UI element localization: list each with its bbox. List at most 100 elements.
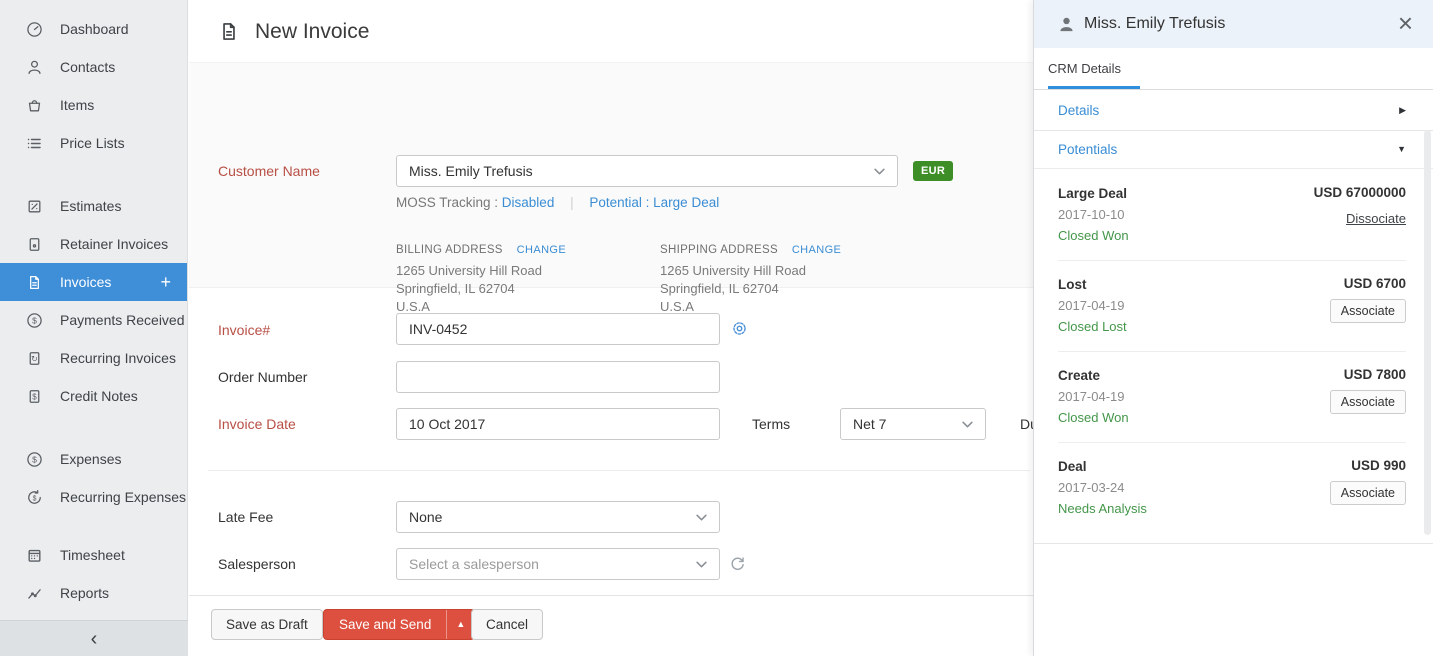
sidebar-item-recurring-invoices[interactable]: ↻Recurring Invoices: [0, 339, 187, 377]
save-as-draft-button[interactable]: Save as Draft: [211, 609, 323, 640]
sidebar-item-reports[interactable]: Reports: [0, 574, 187, 612]
crm-panel-header: Miss. Emily Trefusis ×: [1034, 0, 1433, 48]
details-section-toggle[interactable]: Details ▶: [1034, 90, 1433, 131]
chevron-down-icon: [696, 514, 707, 521]
sidebar-item-contacts[interactable]: Contacts: [0, 48, 187, 86]
moss-tracking-label: MOSS Tracking :: [396, 195, 498, 210]
billing-address-line: 1265 University Hill Road: [396, 262, 641, 280]
chevron-down-icon: [696, 561, 707, 568]
associate-button[interactable]: Associate: [1330, 481, 1406, 505]
separator: |: [570, 195, 574, 210]
sidebar-item-label: Recurring Expenses: [60, 489, 186, 505]
tab-crm-details[interactable]: CRM Details: [1048, 61, 1121, 76]
sidebar-item-retainer-invoices[interactable]: Retainer Invoices: [0, 225, 187, 263]
moss-tracking-value-link[interactable]: Disabled: [502, 195, 555, 210]
billing-address-block: BILLING ADDRESS CHANGE 1265 University H…: [396, 240, 641, 316]
potentials-section-toggle[interactable]: Potentials ▼: [1034, 131, 1433, 169]
potential-amount: USD 6700: [1344, 276, 1406, 291]
sidebar-item-timesheet[interactable]: Timesheet: [0, 536, 187, 574]
potential-link[interactable]: Potential : Large Deal: [589, 195, 719, 210]
sidebar-item-label: Estimates: [60, 198, 121, 214]
sidebar-item-credit-notes[interactable]: $Credit Notes: [0, 377, 187, 415]
invoice-date-input[interactable]: [396, 408, 720, 440]
crm-tabbar: CRM Details: [1034, 48, 1433, 90]
cancel-button[interactable]: Cancel: [471, 609, 543, 640]
svg-text:$: $: [32, 392, 37, 401]
chevron-down-icon: [962, 421, 973, 428]
associate-button[interactable]: Associate: [1330, 390, 1406, 414]
plus-icon[interactable]: +: [160, 273, 171, 291]
order-number-label: Order Number: [218, 369, 307, 385]
terms-select[interactable]: Net 7: [840, 408, 986, 440]
tab-active-underline: [1048, 86, 1140, 89]
billing-address-change-link[interactable]: CHANGE: [517, 244, 566, 256]
invoice-number-input[interactable]: [396, 313, 720, 345]
customer-name-value: Miss. Emily Trefusis: [409, 163, 533, 179]
sidebar-item-label: Recurring Invoices: [60, 350, 176, 366]
credit-notes-icon: $: [26, 388, 43, 405]
refresh-icon[interactable]: [729, 555, 746, 572]
potential-item: Deal2017-03-24Needs AnalysisUSD 990Assoc…: [1058, 443, 1406, 533]
payments-received-icon: $: [26, 312, 43, 329]
invoice-number-label: Invoice#: [218, 322, 270, 338]
gear-icon[interactable]: [731, 320, 748, 337]
panel-scrollbar[interactable]: [1424, 130, 1431, 535]
sidebar-item-dashboard[interactable]: Dashboard: [0, 10, 187, 48]
sidebar-item-label: Contacts: [60, 59, 115, 75]
dashboard-icon: [26, 21, 43, 38]
sidebar-item-label: Expenses: [60, 451, 121, 467]
sidebar-item-payments-received[interactable]: $Payments Received: [0, 301, 187, 339]
potential-amount: USD 990: [1351, 458, 1406, 473]
close-icon[interactable]: ×: [1394, 8, 1417, 38]
sidebar-group: Timesheet Reports: [0, 536, 187, 612]
salesperson-placeholder: Select a salesperson: [409, 556, 539, 572]
reports-icon: [26, 585, 43, 602]
details-section-label: Details: [1058, 103, 1099, 118]
save-and-send-label: Save and Send: [324, 617, 446, 632]
recurring-expenses-icon: $: [26, 489, 43, 506]
sidebar-group: $Expenses $ Recurring Expenses: [0, 440, 187, 516]
sidebar-collapse-button[interactable]: ‹: [0, 620, 188, 656]
panel-divider: [1034, 543, 1433, 544]
shipping-address-change-link[interactable]: CHANGE: [792, 244, 841, 256]
contacts-icon: [26, 59, 43, 76]
potential-item: Large Deal2017-10-10Closed WonUSD 670000…: [1058, 170, 1406, 261]
sidebar-item-recurring-expenses[interactable]: $ Recurring Expenses: [0, 478, 187, 516]
sidebar-item-label: Price Lists: [60, 135, 125, 151]
dissociate-link[interactable]: Dissociate: [1346, 211, 1406, 226]
estimates-icon: [26, 198, 43, 215]
sidebar-item-items[interactable]: Items: [0, 86, 187, 124]
section-divider: [208, 470, 1030, 471]
items-icon: [26, 97, 43, 114]
late-fee-select[interactable]: None: [396, 501, 720, 533]
invoices-icon: [26, 274, 43, 291]
shipping-address-line: 1265 University Hill Road: [660, 262, 905, 280]
shipping-address-line: Springfield, IL 62704: [660, 280, 905, 298]
invoice-date-label: Invoice Date: [218, 416, 296, 432]
currency-badge: EUR: [913, 161, 953, 181]
sidebar-item-invoices[interactable]: Invoices+: [0, 263, 187, 301]
save-and-send-button[interactable]: Save and Send ▲: [323, 609, 475, 640]
associate-button[interactable]: Associate: [1330, 299, 1406, 323]
page-title: New Invoice: [255, 20, 369, 44]
sidebar-item-expenses[interactable]: $Expenses: [0, 440, 187, 478]
svg-text:$: $: [33, 495, 37, 502]
sidebar-item-price-lists[interactable]: Price Lists: [0, 124, 187, 162]
potentials-list: Large Deal2017-10-10Closed WonUSD 670000…: [1058, 170, 1406, 533]
sidebar-item-label: Items: [60, 97, 94, 113]
order-number-input[interactable]: [396, 361, 720, 393]
sidebar-group: Dashboard Contacts Items Price Lists: [0, 10, 187, 162]
sidebar-item-label: Timesheet: [60, 547, 125, 563]
chevron-left-icon: ‹: [91, 629, 98, 649]
customer-name-label: Customer Name: [218, 163, 320, 179]
app-window: Dashboard Contacts Items Price Lists Estimat…: [0, 0, 1433, 656]
terms-value: Net 7: [853, 416, 886, 432]
potential-item: Lost2017-04-19Closed LostUSD 6700Associa…: [1058, 261, 1406, 352]
billing-address-line: Springfield, IL 62704: [396, 280, 641, 298]
salesperson-select[interactable]: Select a salesperson: [396, 548, 720, 580]
triangle-right-icon: ▶: [1399, 106, 1406, 115]
sidebar-item-label: Reports: [60, 585, 109, 601]
sidebar-item-estimates[interactable]: Estimates: [0, 187, 187, 225]
salesperson-label: Salesperson: [218, 556, 296, 572]
customer-name-select[interactable]: Miss. Emily Trefusis: [396, 155, 898, 187]
